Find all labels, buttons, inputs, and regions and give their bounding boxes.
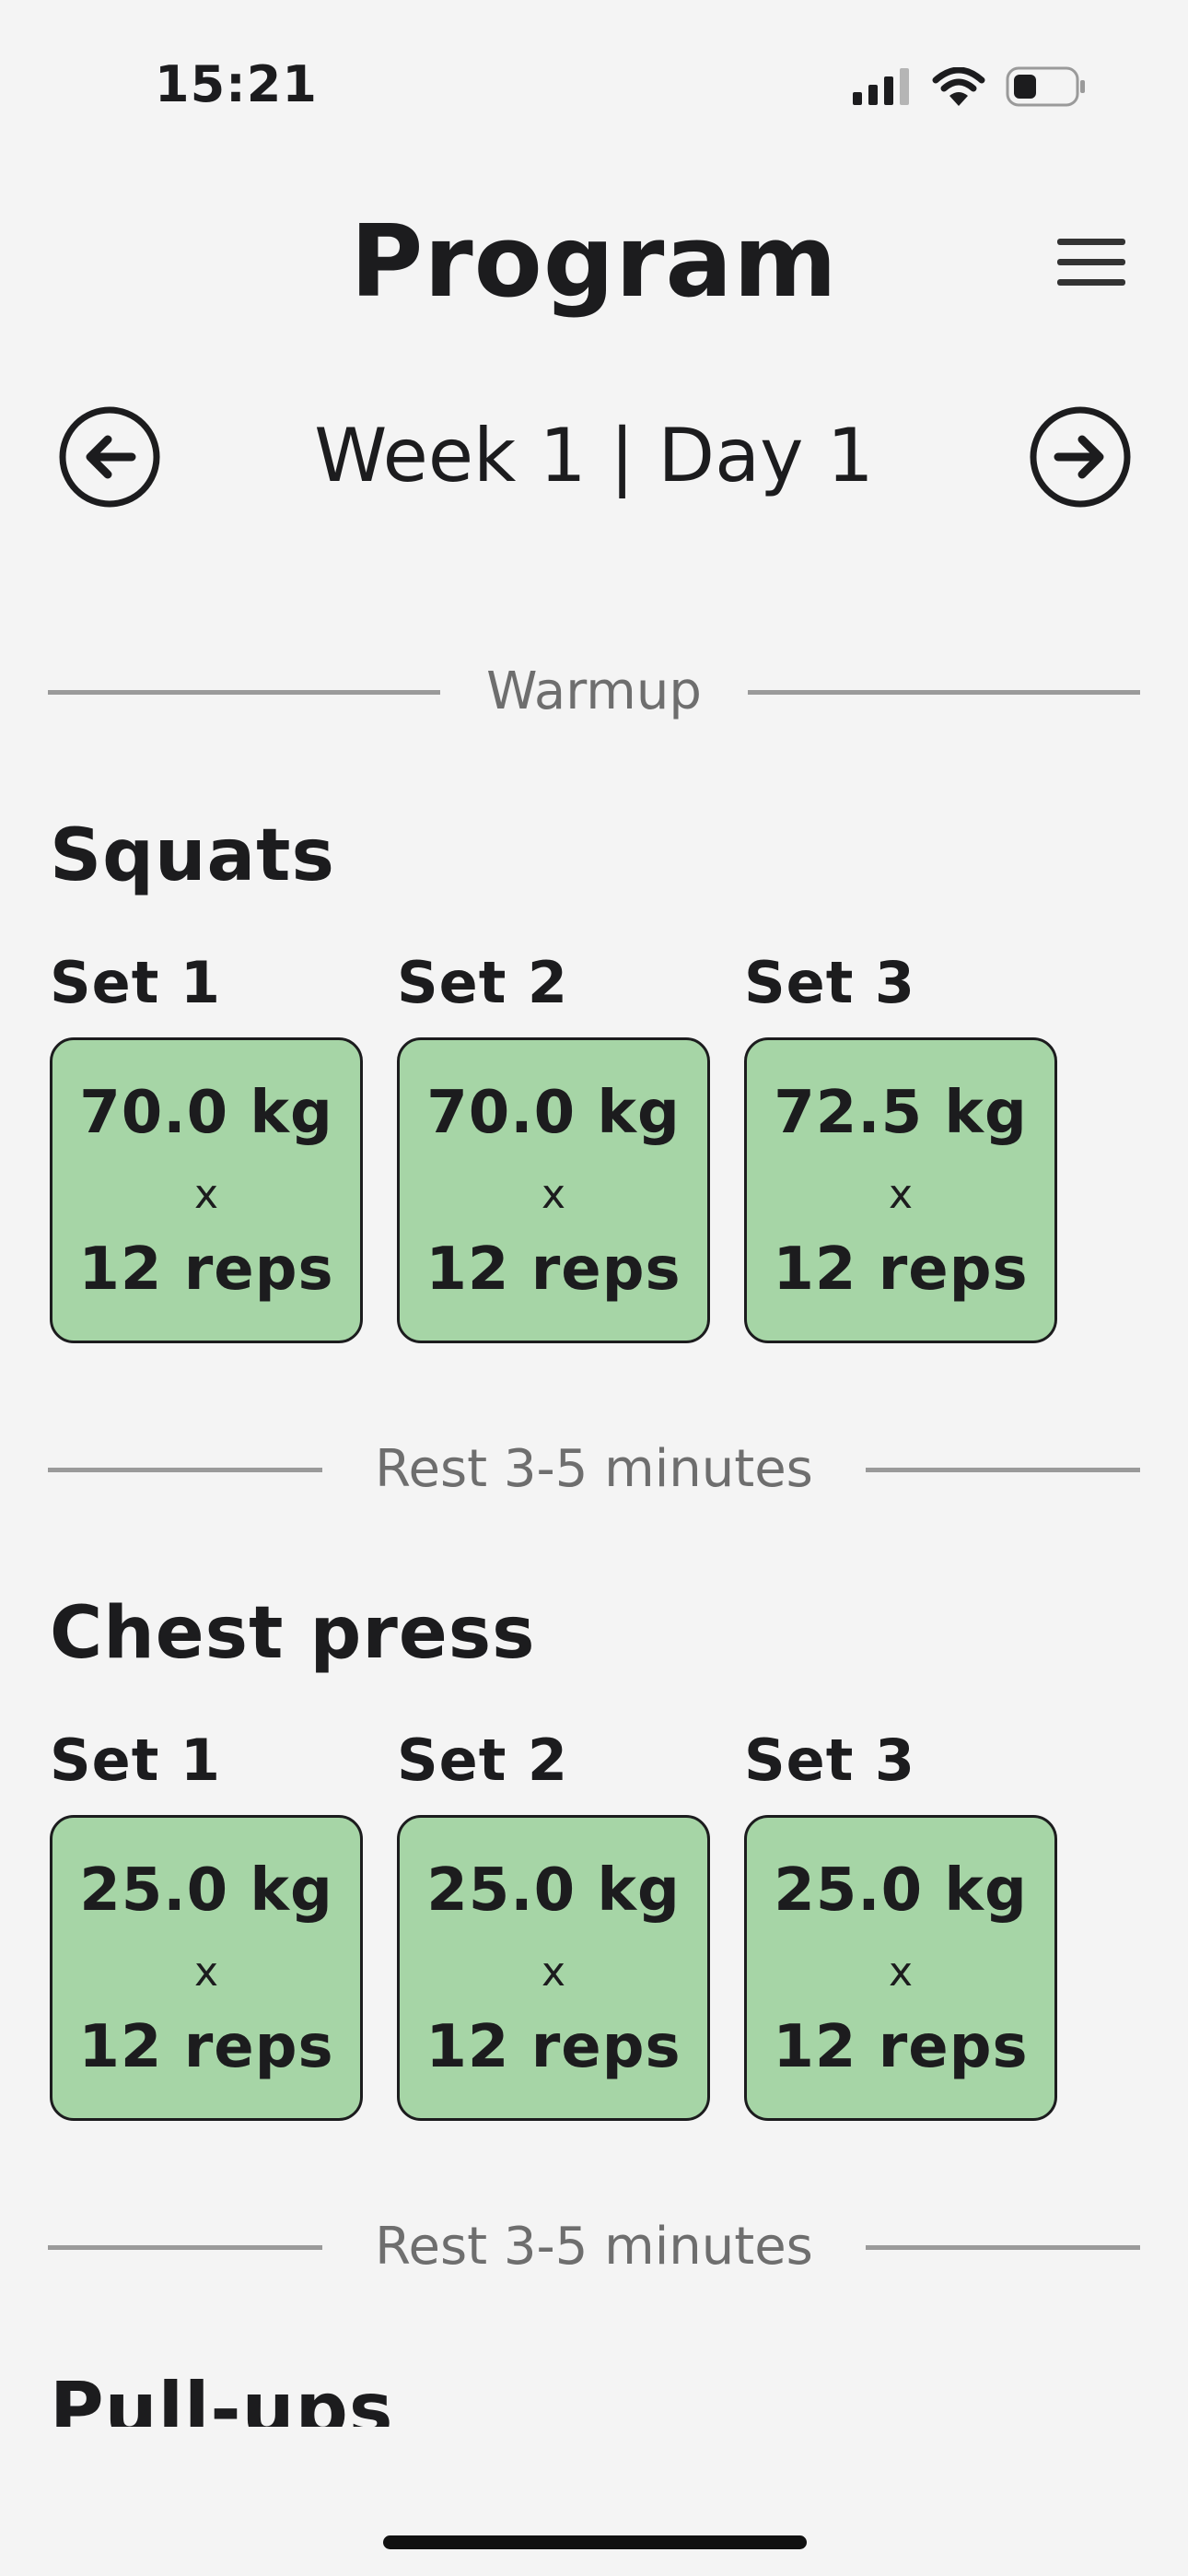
set-reps: 12 reps <box>425 2013 681 2081</box>
set-weight: 25.0 kg <box>774 1856 1028 1925</box>
set-times: x <box>541 1949 566 1996</box>
divider-line <box>748 690 1140 695</box>
set-label: Set 1 <box>50 949 222 1016</box>
exercise-title: Pull-ups <box>50 2367 394 2427</box>
set-weight: 25.0 kg <box>426 1856 681 1925</box>
set-label: Set 3 <box>744 949 916 1016</box>
set-card[interactable]: 72.5 kg x 12 reps <box>744 1037 1057 1343</box>
hamburger-menu-icon <box>1057 239 1125 286</box>
set-column: Set 3 72.5 kg x 12 reps <box>744 949 1061 1343</box>
set-column: Set 2 70.0 kg x 12 reps <box>397 949 714 1343</box>
set-card[interactable]: 25.0 kg x 12 reps <box>50 1815 363 2121</box>
set-times: x <box>541 1171 566 1218</box>
page-title: Program <box>350 205 838 320</box>
status-time: 15:21 <box>155 55 318 113</box>
wifi-icon <box>932 67 985 106</box>
set-reps: 12 reps <box>78 2013 334 2081</box>
rest-divider: Rest 3-5 minutes <box>48 1437 1140 1502</box>
arrow-right-circle-icon <box>1030 406 1131 508</box>
set-label: Set 1 <box>50 1727 222 1794</box>
set-times: x <box>888 1171 914 1218</box>
set-weight: 25.0 kg <box>79 1856 333 1925</box>
set-reps: 12 reps <box>773 2013 1029 2081</box>
set-reps: 12 reps <box>773 1235 1029 1304</box>
rest-divider: Rest 3-5 minutes <box>48 2215 1140 2279</box>
exercise-title-partial: Pull-ups <box>50 2364 602 2427</box>
set-weight: 70.0 kg <box>79 1079 333 1147</box>
set-label: Set 2 <box>397 949 569 1016</box>
divider-line <box>866 1468 1140 1472</box>
exercise-title: Squats <box>50 814 335 897</box>
set-column: Set 1 25.0 kg x 12 reps <box>50 1727 367 2121</box>
set-label: Set 3 <box>744 1727 916 1794</box>
set-reps: 12 reps <box>78 1235 334 1304</box>
set-weight: 72.5 kg <box>774 1079 1028 1147</box>
set-weight: 70.0 kg <box>426 1079 681 1147</box>
cellular-signal-icon <box>853 68 909 105</box>
warmup-divider: Warmup <box>48 660 1140 724</box>
home-indicator[interactable] <box>383 2535 807 2549</box>
set-column: Set 3 25.0 kg x 12 reps <box>744 1727 1061 2121</box>
set-times: x <box>193 1949 219 1996</box>
set-column: Set 2 25.0 kg x 12 reps <box>397 1727 714 2121</box>
menu-button[interactable] <box>1055 235 1129 290</box>
exercise-title: Chest press <box>50 1592 536 1675</box>
set-column: Set 1 70.0 kg x 12 reps <box>50 949 367 1343</box>
battery-icon <box>1006 66 1085 107</box>
program-screen: 15:21 Program Week 1 | Day 1 Warmup Squa… <box>0 0 1188 2576</box>
set-card[interactable]: 25.0 kg x 12 reps <box>744 1815 1057 2121</box>
set-card[interactable]: 25.0 kg x 12 reps <box>397 1815 710 2121</box>
status-icons <box>853 63 1087 111</box>
set-reps: 12 reps <box>425 1235 681 1304</box>
set-card[interactable]: 70.0 kg x 12 reps <box>397 1037 710 1343</box>
set-times: x <box>888 1949 914 1996</box>
set-label: Set 2 <box>397 1727 569 1794</box>
set-times: x <box>193 1171 219 1218</box>
set-card[interactable]: 70.0 kg x 12 reps <box>50 1037 363 1343</box>
divider-line <box>866 2245 1140 2250</box>
week-day-label: Week 1 | Day 1 <box>314 413 874 498</box>
next-day-button[interactable] <box>1029 405 1132 509</box>
